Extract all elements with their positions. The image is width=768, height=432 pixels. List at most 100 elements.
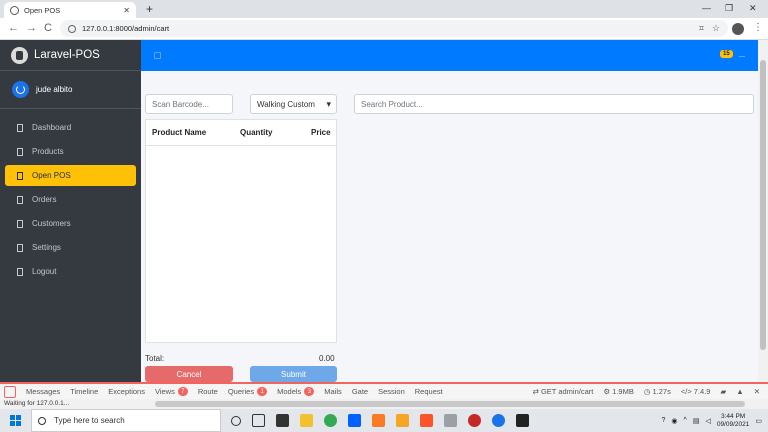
debugbar-tab-mails[interactable]: Mails bbox=[324, 387, 342, 396]
notification-badge[interactable]: 15 bbox=[720, 50, 733, 58]
queries-count-badge: 1 bbox=[257, 387, 268, 396]
browser-tabstrip: Open POS ✕ + — ❐ ✕ bbox=[0, 0, 768, 18]
taskbar: Type here to search ? ◉ ^ ▤ ◁ 3:44 PM 09… bbox=[0, 409, 768, 432]
brand-link[interactable]: Laravel-POS bbox=[0, 40, 141, 71]
debugbar-tab-route[interactable]: Route bbox=[198, 387, 218, 396]
sidebar-item-customers[interactable]: Customers bbox=[5, 213, 136, 234]
laravel-logo-icon[interactable] bbox=[4, 385, 16, 398]
qr-code-icon[interactable]: ⌗ bbox=[699, 23, 704, 34]
customer-select[interactable]: Walking Custom bbox=[250, 94, 337, 114]
windows-start-icon[interactable] bbox=[10, 415, 21, 426]
debugbar-tab-gate[interactable]: Gate bbox=[352, 387, 368, 396]
products-icon bbox=[17, 147, 23, 156]
sidebar-item-label: Orders bbox=[32, 195, 57, 204]
logout-icon bbox=[17, 267, 23, 276]
top-navbar: 15 bbox=[141, 40, 758, 71]
sidebar: Laravel-POS jude albito Dashboard Produc… bbox=[0, 40, 141, 382]
task-view-icon[interactable] bbox=[252, 414, 265, 427]
sidebar-item-products[interactable]: Products bbox=[5, 141, 136, 162]
php-version-info: </> 7.4.9 bbox=[680, 387, 711, 396]
close-debugbar-icon[interactable]: ✕ bbox=[754, 387, 760, 396]
user-name: jude albito bbox=[36, 85, 73, 94]
models-count-badge: 3 bbox=[304, 387, 315, 396]
browser-menu-icon[interactable]: ⋮ bbox=[753, 22, 763, 33]
network-icon[interactable]: ▤ bbox=[693, 417, 700, 425]
url-text: 127.0.0.1:8000/admin/cart bbox=[82, 24, 170, 33]
file-explorer-icon[interactable] bbox=[300, 414, 313, 427]
sidebar-item-logout[interactable]: Logout bbox=[5, 261, 136, 282]
sidebar-item-orders[interactable]: Orders bbox=[5, 189, 136, 210]
taskbar-search-placeholder: Type here to search bbox=[54, 416, 125, 425]
notifications-icon[interactable]: ▭ bbox=[755, 417, 762, 425]
help-icon[interactable]: ? bbox=[662, 417, 666, 424]
dropdown-icon[interactable] bbox=[739, 53, 745, 57]
xampp-icon[interactable] bbox=[372, 414, 385, 427]
app-icon[interactable] bbox=[444, 414, 457, 427]
debugbar-tab-views[interactable]: Views 7 bbox=[155, 387, 188, 396]
dropbox-icon[interactable] bbox=[348, 414, 361, 427]
tab-close-icon[interactable]: ✕ bbox=[123, 6, 130, 15]
sidebar-item-dashboard[interactable]: Dashboard bbox=[5, 117, 136, 138]
chrome-active-icon[interactable] bbox=[492, 414, 505, 427]
time-info: ◷ 1.27s bbox=[643, 387, 671, 396]
brand-name: Laravel-POS bbox=[34, 49, 100, 61]
tray-app-icon[interactable]: ◉ bbox=[671, 417, 677, 425]
debugbar-tab-models[interactable]: Models 3 bbox=[277, 387, 315, 396]
terminal-icon[interactable] bbox=[516, 414, 529, 427]
brave-icon[interactable] bbox=[420, 414, 433, 427]
chrome-icon[interactable] bbox=[324, 414, 337, 427]
sidebar-item-settings[interactable]: Settings bbox=[5, 237, 136, 258]
status-text: Waiting for 127.0.0.1... bbox=[4, 400, 70, 407]
profile-avatar[interactable] bbox=[732, 23, 744, 35]
back-button[interactable]: ← bbox=[8, 22, 19, 34]
request-info[interactable]: ⇄ GET admin/cart bbox=[533, 387, 594, 396]
cortana-icon[interactable] bbox=[231, 415, 241, 426]
debugbar-tab-exceptions[interactable]: Exceptions bbox=[108, 387, 145, 396]
minimize-icon[interactable]: — bbox=[702, 3, 711, 13]
sublime-icon[interactable] bbox=[396, 414, 409, 427]
debugbar-tab-timeline[interactable]: Timeline bbox=[70, 387, 98, 396]
clock[interactable]: 3:44 PM 09/09/2021 bbox=[717, 413, 750, 429]
store-icon[interactable] bbox=[276, 414, 289, 427]
taskbar-apps bbox=[231, 414, 529, 427]
sidebar-item-label: Open POS bbox=[32, 171, 71, 180]
cart-table: Product Name Quantity Price bbox=[145, 119, 337, 343]
submit-button[interactable]: Submit bbox=[250, 366, 337, 382]
user-panel[interactable]: jude albito bbox=[0, 71, 141, 109]
browser-tab[interactable]: Open POS ✕ bbox=[4, 2, 136, 18]
reload-button[interactable]: C bbox=[44, 22, 52, 34]
volume-icon[interactable]: ◁ bbox=[705, 417, 710, 425]
folder-icon[interactable]: ▰ bbox=[720, 387, 726, 396]
customers-icon bbox=[17, 219, 23, 228]
maximize-debugbar-icon[interactable]: ▲ bbox=[736, 387, 743, 396]
bookmark-star-icon[interactable]: ☆ bbox=[712, 23, 720, 34]
hamburger-menu-icon[interactable] bbox=[154, 52, 161, 59]
pos-icon bbox=[17, 171, 23, 180]
site-info-icon[interactable] bbox=[68, 24, 76, 33]
orders-icon bbox=[17, 195, 23, 204]
product-search-input[interactable]: Search Product... bbox=[354, 94, 754, 114]
barcode-input[interactable]: Scan Barcode... bbox=[145, 94, 233, 114]
total-value: 0.00 bbox=[319, 354, 335, 363]
window-close-icon[interactable]: ✕ bbox=[749, 3, 757, 14]
maximize-icon[interactable]: ❐ bbox=[725, 3, 733, 14]
customer-selected-value: Walking Custom bbox=[257, 99, 315, 109]
sidebar-item-label: Dashboard bbox=[32, 123, 72, 132]
debugbar-tab-messages[interactable]: Messages bbox=[26, 387, 60, 396]
app-red-icon[interactable] bbox=[468, 414, 481, 427]
sidebar-item-label: Settings bbox=[32, 243, 61, 252]
cancel-button[interactable]: Cancel bbox=[145, 366, 233, 382]
scrollbar-thumb[interactable] bbox=[760, 60, 766, 350]
forward-button[interactable]: → bbox=[26, 22, 37, 34]
sidebar-item-open-pos[interactable]: Open POS bbox=[5, 165, 136, 186]
views-count-badge: 7 bbox=[177, 387, 188, 396]
new-tab-button[interactable]: + bbox=[146, 2, 153, 16]
address-bar[interactable]: 127.0.0.1:8000/admin/cart ⌗ ☆ bbox=[60, 20, 728, 37]
show-hidden-icons[interactable]: ^ bbox=[684, 417, 687, 424]
page-scrollbar[interactable] bbox=[758, 40, 768, 382]
debugbar-tab-session[interactable]: Session bbox=[378, 387, 405, 396]
taskbar-search[interactable]: Type here to search bbox=[31, 409, 221, 432]
debugbar-tab-queries[interactable]: Queries 1 bbox=[228, 387, 268, 396]
horizontal-scrollbar[interactable] bbox=[155, 401, 745, 407]
debugbar-tab-request[interactable]: Request bbox=[415, 387, 443, 396]
